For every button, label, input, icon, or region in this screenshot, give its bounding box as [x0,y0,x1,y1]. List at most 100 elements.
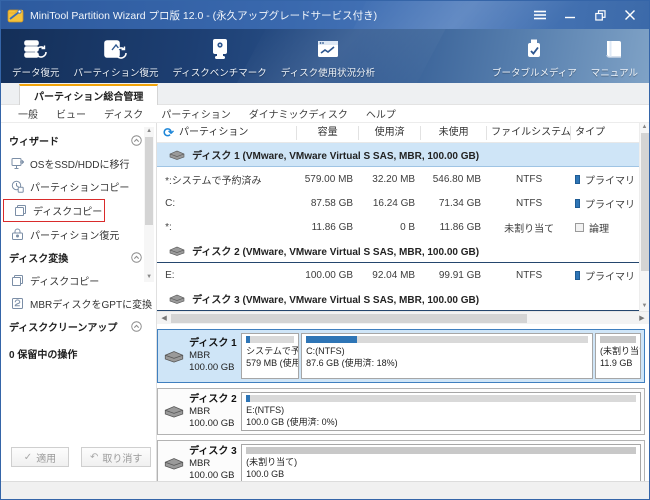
collapse-chevron-icon[interactable] [131,135,142,146]
disk-copy-icon [15,205,26,216]
scroll-up-icon[interactable]: ▲ [642,123,648,132]
primary-type-icon [575,270,580,280]
section-title: ウィザード [9,137,59,148]
refresh-icon[interactable]: ⟳ [163,126,174,139]
menu-partition[interactable]: パーティション [152,106,239,121]
status-bar [1,481,649,499]
toolbar-partition-recovery[interactable]: パーティション復元 [67,29,166,83]
partition-unused: 99.91 GB [438,269,482,281]
sidebar-item-partition-copy[interactable]: パーティションコピー [1,175,156,198]
bootable-media-icon [524,37,544,63]
toolbar-disk-usage-analysis[interactable]: ディスク使用状況分析 [274,29,382,83]
block-label: システムで予約 [246,346,300,356]
partition-capacity: 11.86 GB [311,221,354,233]
partition-used: 32.20 MB [372,173,416,185]
partition-type: プライマリ [585,271,635,283]
sidebar-section-disk-cleanup[interactable]: ディスククリーンアップ [1,315,156,338]
os-migrate-icon [11,158,24,169]
scrollbar-thumb[interactable] [145,137,154,225]
sidebar-item-disk-copy[interactable]: ディスクコピー [3,199,105,222]
sidebar-scrollbar[interactable]: ▲ ▼ [144,127,155,282]
toolbar-bootable-media[interactable]: ブータブルメディア [485,29,584,83]
disk-icon [169,150,185,160]
scroll-up-icon[interactable]: ▲ [146,127,152,136]
partition-table: ⟳ パーティション 容量 使用済 未使用 ファイルシステム タイプ ディスク 1 … [157,123,649,311]
disk-icon [164,458,184,470]
partition-block-c[interactable]: C:(NTFS) 87.6 GB (使用済: 18%) [301,333,594,379]
collapse-chevron-icon[interactable] [131,321,142,332]
menu-dynamic-disk[interactable]: ダイナミックディスク [240,106,357,121]
minimize-button[interactable] [557,5,583,25]
disk1-header-row[interactable]: ディスク 1 (VMware, VMware Virtual S SAS, MB… [157,143,639,167]
toolbar-manual[interactable]: マニュアル [584,29,645,83]
titlebar: MiniTool Partition Wizard プロ版 12.0 - (永久… [1,1,649,29]
check-icon: ✓ [23,451,33,463]
toolbar-label: データ復元 [12,68,60,79]
block-label: E:(NTFS) [246,405,285,415]
table-vertical-scrollbar[interactable]: ▲ ▼ [639,123,649,311]
disk-name: ディスク 3 [189,445,237,457]
menu-hamburger-button[interactable] [527,5,553,25]
table-row[interactable]: *:システムで予約済み 579.00 MB 32.20 MB 546.80 MB… [157,167,639,191]
toolbar-disk-benchmark[interactable]: ディスクベンチマーク [165,29,273,83]
sidebar-item-mbr-to-gpt[interactable]: MBRディスクをGPTに変換 [1,292,156,315]
section-title: ディスククリーンアップ [9,323,118,334]
collapse-chevron-icon[interactable] [131,252,142,263]
partition-block-unallocated[interactable]: (未割り当て) 11.9 GB [595,333,641,379]
sidebar-item-disk-copy-2[interactable]: ディスクコピー [1,269,156,292]
partition-used: 16.24 GB [372,197,416,209]
partition-unused: 546.80 MB [432,173,482,185]
diskmap-disk3[interactable]: ディスク 3 MBR 100.00 GB (未割り当て) 100.0 GB [157,440,645,487]
partition-filesystem: NTFS [516,269,543,281]
partition-capacity: 579.00 MB [304,173,354,185]
table-row[interactable]: *: 11.86 GB 0 B 11.86 GB 未割り当て 論理 [157,215,639,239]
table-row[interactable]: C: 87.58 GB 16.24 GB 71.34 GB NTFS プライマリ [157,191,639,215]
menu-view[interactable]: ビュー [47,106,95,121]
restore-button[interactable] [587,5,613,25]
scroll-right-icon[interactable]: ▶ [637,314,647,322]
block-size: 100.0 GB (使用済: 0%) [246,416,338,427]
menu-general[interactable]: 一般 [9,106,47,121]
sidebar-item-migrate-os[interactable]: OSをSSD/HDDに移行 [1,152,156,175]
toolbar-label: ディスクベンチマーク [172,68,267,79]
pending-operations-label: 0 保留中の操作 [9,350,78,361]
toolbar-label: パーティション復元 [73,68,159,79]
sidebar-section-disk-conversion[interactable]: ディスク変換 [1,246,156,269]
scrollbar-thumb[interactable] [171,313,527,323]
column-partition: パーティション [179,126,249,138]
diskmap-disk1[interactable]: ディスク 1 MBR 100.00 GB システムで予約 579 MB (使用 [157,329,645,383]
disk-scheme: MBR [189,405,211,417]
toolbar-data-recovery[interactable]: データ復元 [5,29,67,83]
primary-type-icon [575,198,580,208]
table-row[interactable]: E: 100.00 GB 92.04 MB 99.91 GB NTFS プライマ… [157,263,639,287]
partition-block-unallocated[interactable]: (未割り当て) 100.0 GB [241,444,641,483]
apply-button[interactable]: ✓ 適用 [11,447,69,467]
diskmap-disk2[interactable]: ディスク 2 MBR 100.00 GB E:(NTFS) 100.0 GB (… [157,388,645,435]
toolbar: データ復元 パーティション復元 ディスクベンチマーク ディスク使用状況分析 ブー… [1,29,649,83]
toolbar-label: ブータブルメディア [491,68,577,79]
disk2-header-row[interactable]: ディスク 2 (VMware, VMware Virtual S SAS, MB… [157,239,639,263]
primary-type-icon [575,174,580,184]
tab-partition-management[interactable]: パーティション総合管理 [19,84,159,105]
app-window: MiniTool Partition Wizard プロ版 12.0 - (永久… [0,0,650,500]
partition-used: 0 B [400,221,416,233]
section-title: ディスク変換 [9,254,69,265]
logical-type-icon [575,222,585,232]
scroll-down-icon[interactable]: ▼ [642,302,648,311]
window-title: MiniTool Partition Wizard プロ版 12.0 - (永久… [30,9,378,22]
scroll-down-icon[interactable]: ▼ [146,273,152,282]
disk3-header-row[interactable]: ディスク 3 (VMware, VMware Virtual S SAS, MB… [157,287,639,311]
undo-button[interactable]: ↶ 取り消す [81,447,152,467]
menu-help[interactable]: ヘルプ [357,106,405,121]
close-button[interactable] [617,5,643,25]
sidebar-item-label: MBRディスクをGPTに変換 [30,300,153,311]
partition-block-e[interactable]: E:(NTFS) 100.0 GB (使用済: 0%) [241,392,641,431]
partition-block-system-reserved[interactable]: システムで予約 579 MB (使用 [241,333,300,379]
menu-disk[interactable]: ディスク [95,106,152,121]
sidebar-section-wizard[interactable]: ウィザード [1,129,156,152]
table-horizontal-scrollbar[interactable]: ◀ ▶ [157,311,649,324]
scroll-left-icon[interactable]: ◀ [159,314,169,322]
undo-arrow-icon: ↶ [90,451,99,463]
scrollbar-thumb[interactable] [640,133,649,271]
sidebar-item-partition-recovery[interactable]: パーティション復元 [1,223,156,246]
